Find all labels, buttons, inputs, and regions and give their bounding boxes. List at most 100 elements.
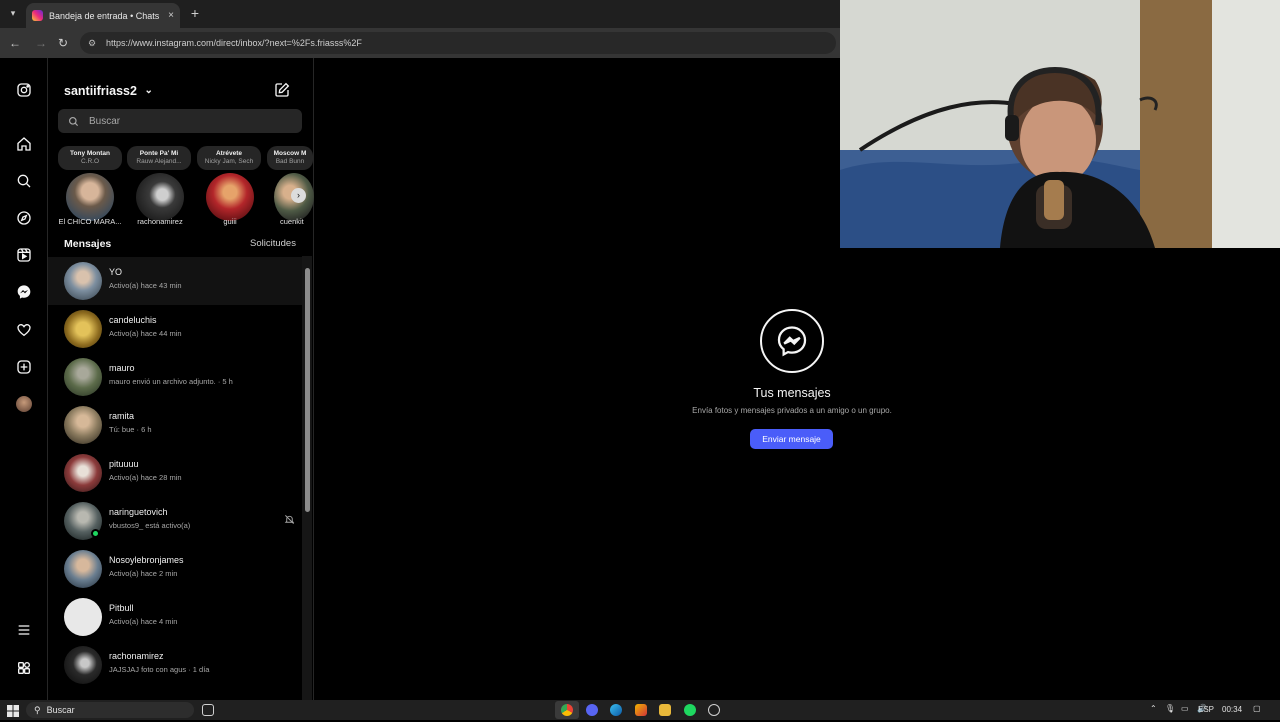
address-bar[interactable]: ⚙ https://www.instagram.com/direct/inbox…: [80, 32, 836, 54]
avatar: [64, 262, 102, 300]
story-label: El CHICO MARA...: [58, 217, 122, 226]
profile-avatar-icon[interactable]: [12, 392, 36, 416]
story-avatar[interactable]: [206, 173, 254, 221]
compose-icon[interactable]: [274, 82, 292, 100]
requests-link[interactable]: Solicitudes: [250, 238, 296, 249]
conversation-row[interactable]: rachonamirez JAJSJAJ foto con agus · 1 d…: [48, 641, 302, 689]
note-artist: Rauw Alejand...: [136, 158, 182, 165]
taskbar-search[interactable]: ⚲ Buscar: [26, 702, 194, 718]
note-artist: C.R.O: [80, 158, 100, 165]
conversation-status: mauro envió un archivo adjunto. · 5 h: [109, 377, 233, 386]
chrome-icon[interactable]: [561, 704, 573, 716]
microphone-icon[interactable]: 🎙: [1165, 704, 1175, 713]
conversation-name: ramita: [109, 411, 135, 421]
heart-icon[interactable]: [12, 318, 36, 342]
spotify-icon[interactable]: [684, 704, 696, 716]
forward-icon[interactable]: →: [32, 34, 50, 52]
conversation-status: vbustos9_ está activo(a): [109, 521, 191, 530]
empty-state-title: Tus mensajes: [753, 386, 831, 400]
conversation-name: pituuuu: [109, 459, 139, 469]
conversation-status: Activo(a) hace 2 min: [109, 569, 178, 578]
home-icon[interactable]: [12, 132, 36, 156]
avatar: [64, 550, 102, 588]
conversation-row[interactable]: YO Activo(a) hace 43 min: [48, 257, 302, 305]
reels-icon[interactable]: [12, 243, 36, 267]
avatar: [64, 646, 102, 684]
file-explorer-icon[interactable]: [659, 704, 671, 716]
site-info-icon[interactable]: ⚙: [88, 38, 100, 49]
messenger-icon[interactable]: [12, 280, 36, 304]
conversation-name: Pitbull: [109, 603, 134, 613]
conversation-name: rachonamirez: [109, 651, 164, 661]
search-placeholder: Buscar: [89, 115, 121, 127]
obs-icon[interactable]: [708, 704, 720, 716]
note-artist: Bad Bunn: [275, 158, 305, 165]
reload-icon[interactable]: ↻: [54, 34, 72, 52]
tab-search-dropdown-icon[interactable]: ▾: [6, 6, 20, 20]
tab-title: Bandeja de entrada • Chats: [49, 10, 160, 21]
back-icon[interactable]: ←: [6, 34, 24, 52]
notifications-icon[interactable]: ▢: [1253, 704, 1261, 713]
task-view-icon[interactable]: [202, 704, 214, 716]
instagram-favicon-icon: [32, 10, 43, 21]
conversation-name: candeluchis: [109, 315, 157, 325]
chevron-up-icon[interactable]: ⌃: [1150, 704, 1157, 713]
search-input[interactable]: Buscar: [58, 109, 302, 133]
note-bubble[interactable]: Moscow M Bad Bunn: [267, 146, 313, 170]
edge-icon[interactable]: [610, 704, 622, 716]
note-song: Ponte Pa' Mi: [139, 150, 179, 157]
conversation-row[interactable]: ramita Tú: bue · 6 h: [48, 401, 302, 449]
send-message-button[interactable]: Enviar mensaje: [750, 429, 833, 449]
conversation-row[interactable]: Nosoylebronjames Activo(a) hace 2 min: [48, 545, 302, 593]
online-status-dot: [91, 529, 100, 538]
scrollbar-thumb[interactable]: [305, 268, 310, 512]
avatar: [64, 358, 102, 396]
note-song: Moscow M: [273, 150, 307, 157]
clock[interactable]: 00:34: [1222, 705, 1242, 714]
story-label: guiii: [223, 217, 237, 226]
conversation-status: JAJSJAJ foto con agus · 1 día: [109, 665, 210, 674]
story-avatar[interactable]: [66, 173, 114, 221]
story-avatar[interactable]: [136, 173, 184, 221]
discord-icon[interactable]: [586, 704, 598, 716]
app-icon[interactable]: [635, 704, 647, 716]
conversation-row[interactable]: pituuuu Activo(a) hace 28 min: [48, 449, 302, 497]
explore-icon[interactable]: [12, 206, 36, 230]
avatar: [64, 406, 102, 444]
create-icon[interactable]: [12, 355, 36, 379]
note-bubble[interactable]: Ponte Pa' Mi Rauw Alejand...: [127, 146, 191, 170]
conversation-status: Activo(a) hace 43 min: [109, 281, 182, 290]
menu-icon[interactable]: [12, 618, 36, 642]
account-switcher[interactable]: santiifriass2 ⌄: [64, 84, 153, 98]
note-bubble[interactable]: Tony Montan C.R.O: [58, 146, 122, 170]
instagram-logo-icon[interactable]: [12, 78, 36, 102]
conversation-row[interactable]: naringuetovich vbustos9_ está activo(a): [48, 497, 302, 545]
chevron-right-icon[interactable]: ›: [291, 188, 306, 203]
windows-start-icon[interactable]: [7, 704, 19, 717]
messages-heading: Mensajes: [64, 238, 112, 250]
muted-bell-icon: [284, 514, 296, 526]
messenger-circle-icon: [760, 309, 824, 373]
avatar: [64, 454, 102, 492]
conversation-row[interactable]: candeluchis Activo(a) hace 44 min: [48, 305, 302, 353]
conversation-name: YO: [109, 267, 123, 277]
story-label: cuenkit: [280, 217, 304, 226]
browser-tab[interactable]: Bandeja de entrada • Chats ×: [26, 3, 180, 28]
chevron-down-icon: ⌄: [144, 85, 153, 96]
language-indicator[interactable]: ESP: [1198, 705, 1214, 714]
search-icon[interactable]: [12, 169, 36, 193]
search-field-icon: [69, 116, 79, 126]
conversation-status: Tú: bue · 6 h: [109, 425, 152, 434]
conversation-row[interactable]: Pitbull Activo(a) hace 4 min: [48, 593, 302, 641]
note-song: Tony Montan: [70, 150, 110, 157]
close-tab-icon[interactable]: ×: [168, 10, 174, 21]
network-icon[interactable]: ▭: [1181, 704, 1189, 713]
account-name: santiifriass2: [64, 84, 137, 98]
conversation-status: Activo(a) hace 28 min: [109, 473, 182, 482]
avatar: [64, 598, 102, 636]
webcam-overlay: [840, 0, 1280, 248]
threads-icon[interactable]: [12, 656, 36, 680]
note-bubble[interactable]: Atrévete Nicky Jam, Sech: [197, 146, 261, 170]
new-tab-icon[interactable]: +: [186, 5, 204, 21]
conversation-row[interactable]: mauro mauro envió un archivo adjunto. · …: [48, 353, 302, 401]
